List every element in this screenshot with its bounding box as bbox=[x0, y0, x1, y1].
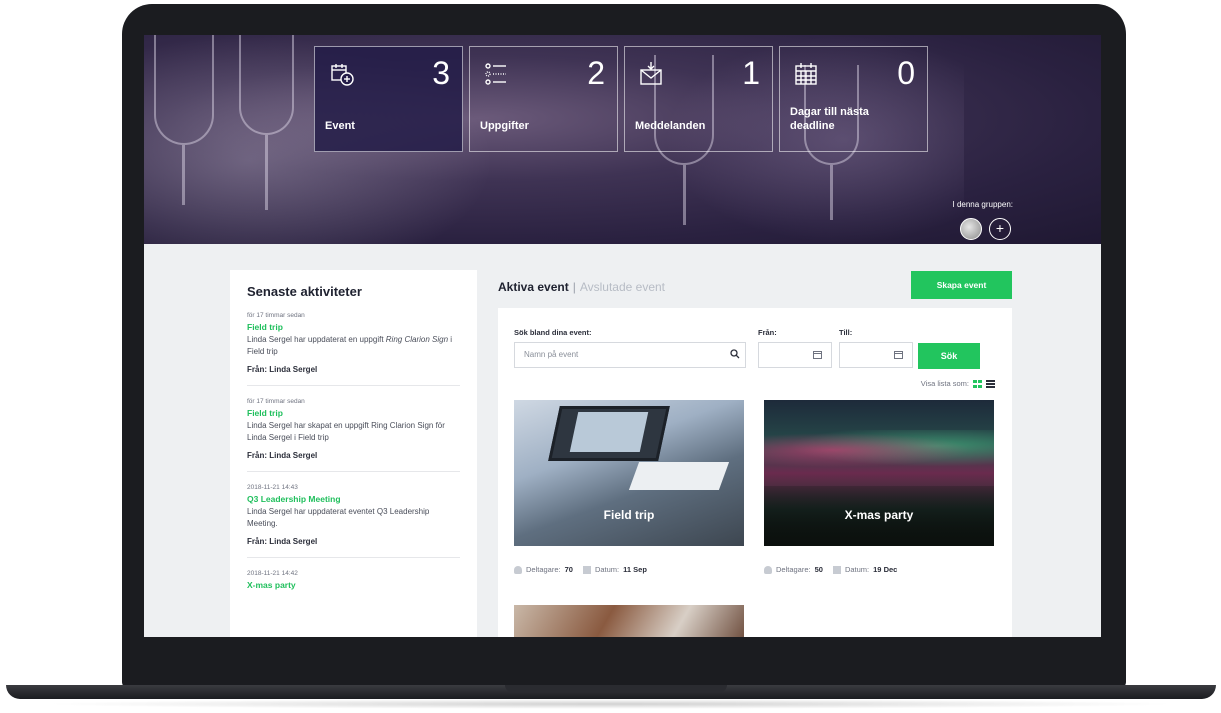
stat-tasks[interactable]: 2 Uppgifter bbox=[469, 46, 618, 152]
activity-text: Linda Sergel har uppdaterat eventet Q3 L… bbox=[247, 507, 430, 528]
activity-link[interactable]: Field trip bbox=[247, 408, 460, 418]
events-panel: Sök bland dina event: Från: Till: Namn p… bbox=[498, 308, 1012, 637]
app-screen: 3 Event 2 Uppgifter 1 Meddelanden 0 Daga… bbox=[144, 35, 1101, 637]
search-label: Sök bland dina event: bbox=[514, 328, 592, 337]
calendar-icon bbox=[832, 565, 841, 574]
wine-glass-decoration bbox=[239, 35, 294, 135]
to-date-input[interactable] bbox=[839, 342, 913, 368]
activity-from: Från: Linda Sergel bbox=[247, 451, 318, 460]
from-label: Från: bbox=[758, 328, 777, 337]
activity-item: för 17 timmar sedan Field trip Linda Ser… bbox=[247, 312, 460, 386]
group-label: I denna gruppen: bbox=[952, 200, 1014, 209]
activity-item: för 17 timmar sedan Field trip Linda Ser… bbox=[247, 398, 460, 472]
stat-count: 1 bbox=[742, 55, 760, 91]
user-icon bbox=[764, 565, 772, 574]
view-label: Visa lista som: bbox=[920, 379, 969, 388]
event-card[interactable]: Field trip bbox=[514, 400, 744, 546]
laptop-shadow bbox=[40, 699, 1180, 709]
list-view-icon[interactable] bbox=[986, 379, 995, 388]
wine-glass-decoration bbox=[154, 35, 214, 145]
search-input[interactable]: Namn på event bbox=[514, 342, 746, 368]
tab-finished-events[interactable]: Avslutade event bbox=[580, 280, 665, 294]
avatar[interactable] bbox=[960, 218, 982, 240]
to-label: Till: bbox=[839, 328, 853, 337]
event-meta: Deltagare: 70 Datum: 11 Sep bbox=[514, 565, 647, 574]
search-button[interactable]: Sök bbox=[918, 343, 980, 369]
activity-link[interactable]: X-mas party bbox=[247, 580, 460, 590]
event-title: X-mas party bbox=[844, 508, 914, 522]
stat-label: Dagar till nästa deadline bbox=[790, 106, 869, 132]
sidebar-title: Senaste aktiviteter bbox=[247, 284, 362, 299]
event-meta: Deltagare: 50 Datum: 19 Dec bbox=[764, 565, 897, 574]
calendar-icon[interactable] bbox=[894, 350, 903, 359]
search-icon[interactable] bbox=[730, 349, 740, 359]
stat-label: Uppgifter bbox=[480, 120, 529, 132]
envelope-icon bbox=[640, 62, 662, 85]
hero-banner: 3 Event 2 Uppgifter 1 Meddelanden 0 Daga… bbox=[144, 35, 1101, 244]
event-title: Field trip bbox=[603, 508, 655, 522]
activity-from: Från: Linda Sergel bbox=[247, 537, 318, 546]
aurora-decoration bbox=[764, 430, 994, 470]
stats-bar: 3 Event 2 Uppgifter 1 Meddelanden 0 Daga… bbox=[314, 46, 928, 152]
activity-link[interactable]: Q3 Leadership Meeting bbox=[247, 494, 460, 504]
from-date-input[interactable] bbox=[758, 342, 832, 368]
grid-view-icon[interactable] bbox=[973, 379, 982, 388]
activity-time: för 17 timmar sedan bbox=[247, 398, 305, 405]
event-card[interactable]: X-mas party bbox=[764, 400, 994, 546]
activity-time: 2018-11-21 14:42 bbox=[247, 570, 298, 577]
stat-label: Event bbox=[325, 120, 355, 132]
activity-item: 2018-11-21 14:43 Q3 Leadership Meeting L… bbox=[247, 484, 460, 558]
tab-separator: | bbox=[572, 280, 576, 294]
stat-events[interactable]: 3 Event bbox=[314, 46, 463, 152]
add-member-button[interactable]: + bbox=[989, 218, 1011, 240]
activity-text: Linda Sergel har uppdaterat en uppgift R… bbox=[247, 335, 453, 356]
activity-link[interactable]: Field trip bbox=[247, 322, 460, 332]
calendar-grid-icon bbox=[795, 63, 817, 85]
activity-time: 2018-11-21 14:43 bbox=[247, 484, 298, 491]
laptop-notch bbox=[505, 685, 727, 692]
recent-activity-panel: Senaste aktiviteter för 17 timmar sedan … bbox=[230, 270, 477, 637]
stat-messages[interactable]: 1 Meddelanden bbox=[624, 46, 773, 152]
tab-active-events[interactable]: Aktiva event bbox=[498, 280, 569, 294]
calendar-icon[interactable] bbox=[813, 350, 822, 359]
stat-label: Meddelanden bbox=[635, 120, 706, 132]
calendar-icon bbox=[582, 565, 591, 574]
activity-text: Linda Sergel har skapat en uppgift Ring … bbox=[247, 421, 445, 442]
event-card[interactable] bbox=[514, 605, 744, 637]
activity-from: Från: Linda Sergel bbox=[247, 365, 318, 374]
activity-time: för 17 timmar sedan bbox=[247, 312, 305, 319]
activity-item: 2018-11-21 14:42 X-mas party bbox=[247, 570, 460, 603]
stat-deadline[interactable]: 0 Dagar till nästa deadline bbox=[779, 46, 928, 152]
checklist-icon bbox=[485, 63, 506, 85]
stat-count: 0 bbox=[897, 55, 915, 91]
view-toggle: Visa lista som: bbox=[921, 379, 995, 388]
create-event-button[interactable]: Skapa event bbox=[911, 271, 1012, 299]
user-icon bbox=[514, 565, 522, 574]
event-tabs: Aktiva event | Avslutade event bbox=[498, 280, 665, 294]
stat-count: 3 bbox=[432, 55, 450, 91]
calendar-add-icon bbox=[331, 64, 354, 86]
stat-count: 2 bbox=[587, 55, 605, 91]
